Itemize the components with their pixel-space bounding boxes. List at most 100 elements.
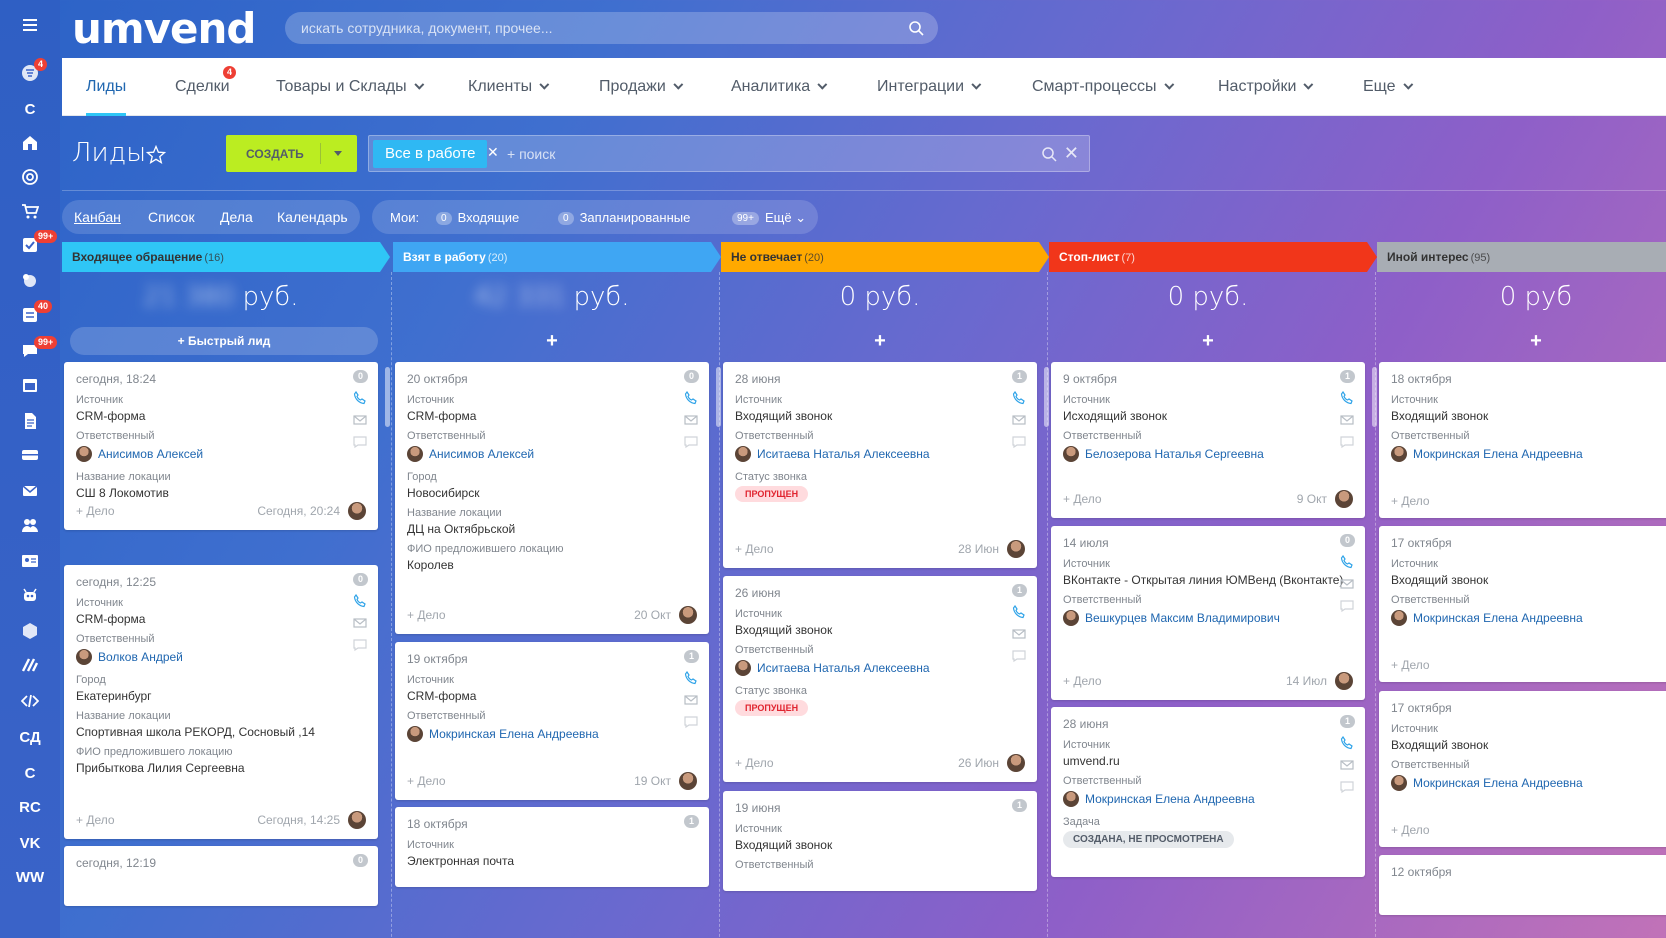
global-search-input[interactable]: искать сотрудника, документ, прочее...	[285, 12, 938, 44]
mail-icon[interactable]	[1340, 577, 1355, 591]
responsible-person[interactable]: Анисимов Алексей	[407, 446, 697, 462]
responsible-person[interactable]: Белозерова Наталья Сергеевна	[1063, 446, 1353, 462]
add-activity-button[interactable]: + Дело	[76, 813, 115, 827]
sidebar-item-text[interactable]: С	[0, 756, 60, 790]
responsible-person[interactable]: Мокринская Елена Андреевна	[407, 726, 697, 742]
create-button[interactable]: СОЗДАТЬ	[226, 135, 357, 172]
mail-icon[interactable]	[1340, 413, 1355, 427]
column-header[interactable]: Иной интерес (95)	[1377, 242, 1666, 272]
lead-card[interactable]: 19 октября 1 Источник CRM-форма Ответственны…	[395, 642, 709, 800]
add-activity-button[interactable]: + Дело	[735, 542, 774, 556]
filter-search-input[interactable]: Все в работе ✕ + поиск ✕	[368, 135, 1090, 172]
mail-icon[interactable]	[684, 413, 699, 427]
mail-icon[interactable]	[353, 413, 368, 427]
sidebar-item-robot[interactable]	[0, 580, 60, 614]
lead-card[interactable]: сегодня, 12:25 0 Источник CRM-форма Ответств…	[64, 565, 378, 839]
phone-icon[interactable]	[1012, 605, 1026, 619]
menu-item-3[interactable]: Клиенты	[468, 58, 550, 116]
add-activity-button[interactable]: + Дело	[407, 774, 446, 788]
responsible-person[interactable]: Мокринская Елена Андреевна	[1391, 446, 1666, 462]
search-icon[interactable]	[1041, 146, 1057, 162]
chat-icon[interactable]	[1012, 649, 1027, 663]
quick-lead-button[interactable]: + Быстрый лид	[70, 327, 378, 355]
chat-icon[interactable]	[684, 435, 699, 449]
chat-icon[interactable]	[684, 715, 699, 729]
sidebar-item-tasks[interactable]: 99+	[0, 230, 60, 264]
add-activity-button[interactable]: + Дело	[1391, 658, 1430, 672]
add-activity-button[interactable]: + Дело	[407, 608, 446, 622]
lead-card[interactable]: 14 июля 0 Источник ВКонтакте - Открытая лин…	[1051, 526, 1365, 700]
phone-icon[interactable]	[353, 594, 367, 608]
lead-card[interactable]: 17 октября Источник Входящий звонок Ответст…	[1379, 691, 1666, 847]
sidebar-item-drive[interactable]	[0, 440, 60, 474]
incoming-filter[interactable]: 0 Входящие	[436, 210, 519, 225]
phone-icon[interactable]	[1340, 555, 1354, 569]
chat-icon[interactable]	[1340, 435, 1355, 449]
chat-icon[interactable]	[353, 638, 368, 652]
add-lead-button[interactable]: +	[1377, 330, 1666, 353]
sidebar-item-text[interactable]: СД	[0, 720, 60, 754]
phone-icon[interactable]	[684, 391, 698, 405]
lead-card[interactable]: 28 июня 1 Источник Входящий звонок Ответстве…	[723, 362, 1037, 568]
responsible-person[interactable]: Вешкурцев Максим Владимирович	[1063, 610, 1353, 626]
lead-card[interactable]: 18 октября 1 Источник Электронная почта	[395, 807, 709, 887]
mail-icon[interactable]	[684, 693, 699, 707]
add-activity-button[interactable]: + Дело	[1391, 823, 1430, 837]
column-header[interactable]: Входящее обращение (16)	[62, 242, 390, 272]
lead-card[interactable]: сегодня, 18:24 0 Источник CRM-форма Ответств…	[64, 362, 378, 530]
sidebar-item-calendar[interactable]	[0, 370, 60, 404]
responsible-person[interactable]: Мокринская Елена Андреевна	[1063, 791, 1353, 807]
add-activity-button[interactable]: + Дело	[735, 756, 774, 770]
add-activity-button[interactable]: + Дело	[1063, 674, 1102, 688]
close-icon[interactable]: ✕	[487, 144, 499, 161]
lead-card[interactable]: сегодня, 12:19 0	[64, 846, 378, 906]
star-icon[interactable]	[146, 145, 166, 165]
responsible-person[interactable]: Иситаева Наталья Алексеевна	[735, 446, 1025, 462]
add-activity-button[interactable]: + Дело	[1063, 492, 1102, 506]
mail-icon[interactable]	[1012, 627, 1027, 641]
planned-filter[interactable]: 0 Запланированные	[558, 210, 690, 225]
add-lead-button[interactable]: +	[1049, 330, 1367, 353]
menu-item-8[interactable]: Настройки	[1218, 58, 1314, 116]
logo[interactable]: umvend	[72, 4, 256, 53]
phone-icon[interactable]	[1340, 736, 1354, 750]
view-calendar[interactable]: Календарь	[277, 209, 348, 225]
sidebar-item-crm[interactable]	[0, 266, 60, 300]
menu-item-2[interactable]: Товары и Склады	[276, 58, 424, 116]
sidebar-item-code[interactable]	[0, 686, 60, 720]
menu-item-0[interactable]: Лиды	[86, 58, 127, 116]
lead-card[interactable]: 12 октября	[1379, 855, 1666, 915]
sidebar-item-text[interactable]: WW	[0, 860, 60, 894]
responsible-person[interactable]: Мокринская Елена Андреевна	[1391, 775, 1666, 791]
sidebar-item-menu[interactable]	[0, 10, 60, 44]
sidebar-item-feed[interactable]: 40	[0, 300, 60, 334]
menu-item-7[interactable]: Смарт-процессы	[1032, 58, 1174, 116]
sidebar-item-contact-card[interactable]	[0, 546, 60, 580]
menu-item-1[interactable]: Сделки 4	[175, 58, 237, 116]
sidebar-item-box[interactable]	[0, 616, 60, 650]
lead-card[interactable]: 17 октября Источник Входящий звонок Ответст…	[1379, 526, 1666, 682]
mail-icon[interactable]	[1340, 758, 1355, 772]
phone-icon[interactable]	[1012, 391, 1026, 405]
responsible-person[interactable]: Волков Андрей	[76, 649, 366, 665]
column-header[interactable]: Стоп-лист (7)	[1049, 242, 1377, 272]
column-header[interactable]: Не отвечает (20)	[721, 242, 1049, 272]
menu-item-4[interactable]: Продажи	[599, 58, 684, 116]
lead-card[interactable]: 18 октября Источник Входящий звонок Ответст…	[1379, 362, 1666, 518]
view-kanban[interactable]: Канбан	[74, 209, 121, 225]
search-icon[interactable]	[908, 20, 924, 36]
sidebar-item-mail[interactable]	[0, 476, 60, 510]
responsible-person[interactable]: Мокринская Елена Андреевна	[1391, 610, 1666, 626]
sidebar-item-people[interactable]	[0, 510, 60, 544]
chat-icon[interactable]	[1340, 780, 1355, 794]
lead-card[interactable]: 26 июня 1 Источник Входящий звонок Ответстве…	[723, 576, 1037, 782]
add-activity-button[interactable]: + Дело	[1391, 494, 1430, 508]
phone-icon[interactable]	[1340, 391, 1354, 405]
responsible-person[interactable]: Иситаева Наталья Алексеевна	[735, 660, 1025, 676]
phone-icon[interactable]	[353, 391, 367, 405]
menu-item-5[interactable]: Аналитика	[731, 58, 828, 116]
column-scrollbar[interactable]	[385, 367, 390, 427]
lead-card[interactable]: 28 июня 1 Источник umvend.ru Ответственный Мо…	[1051, 707, 1365, 877]
menu-item-6[interactable]: Интеграции	[877, 58, 982, 116]
chat-icon[interactable]	[1012, 435, 1027, 449]
